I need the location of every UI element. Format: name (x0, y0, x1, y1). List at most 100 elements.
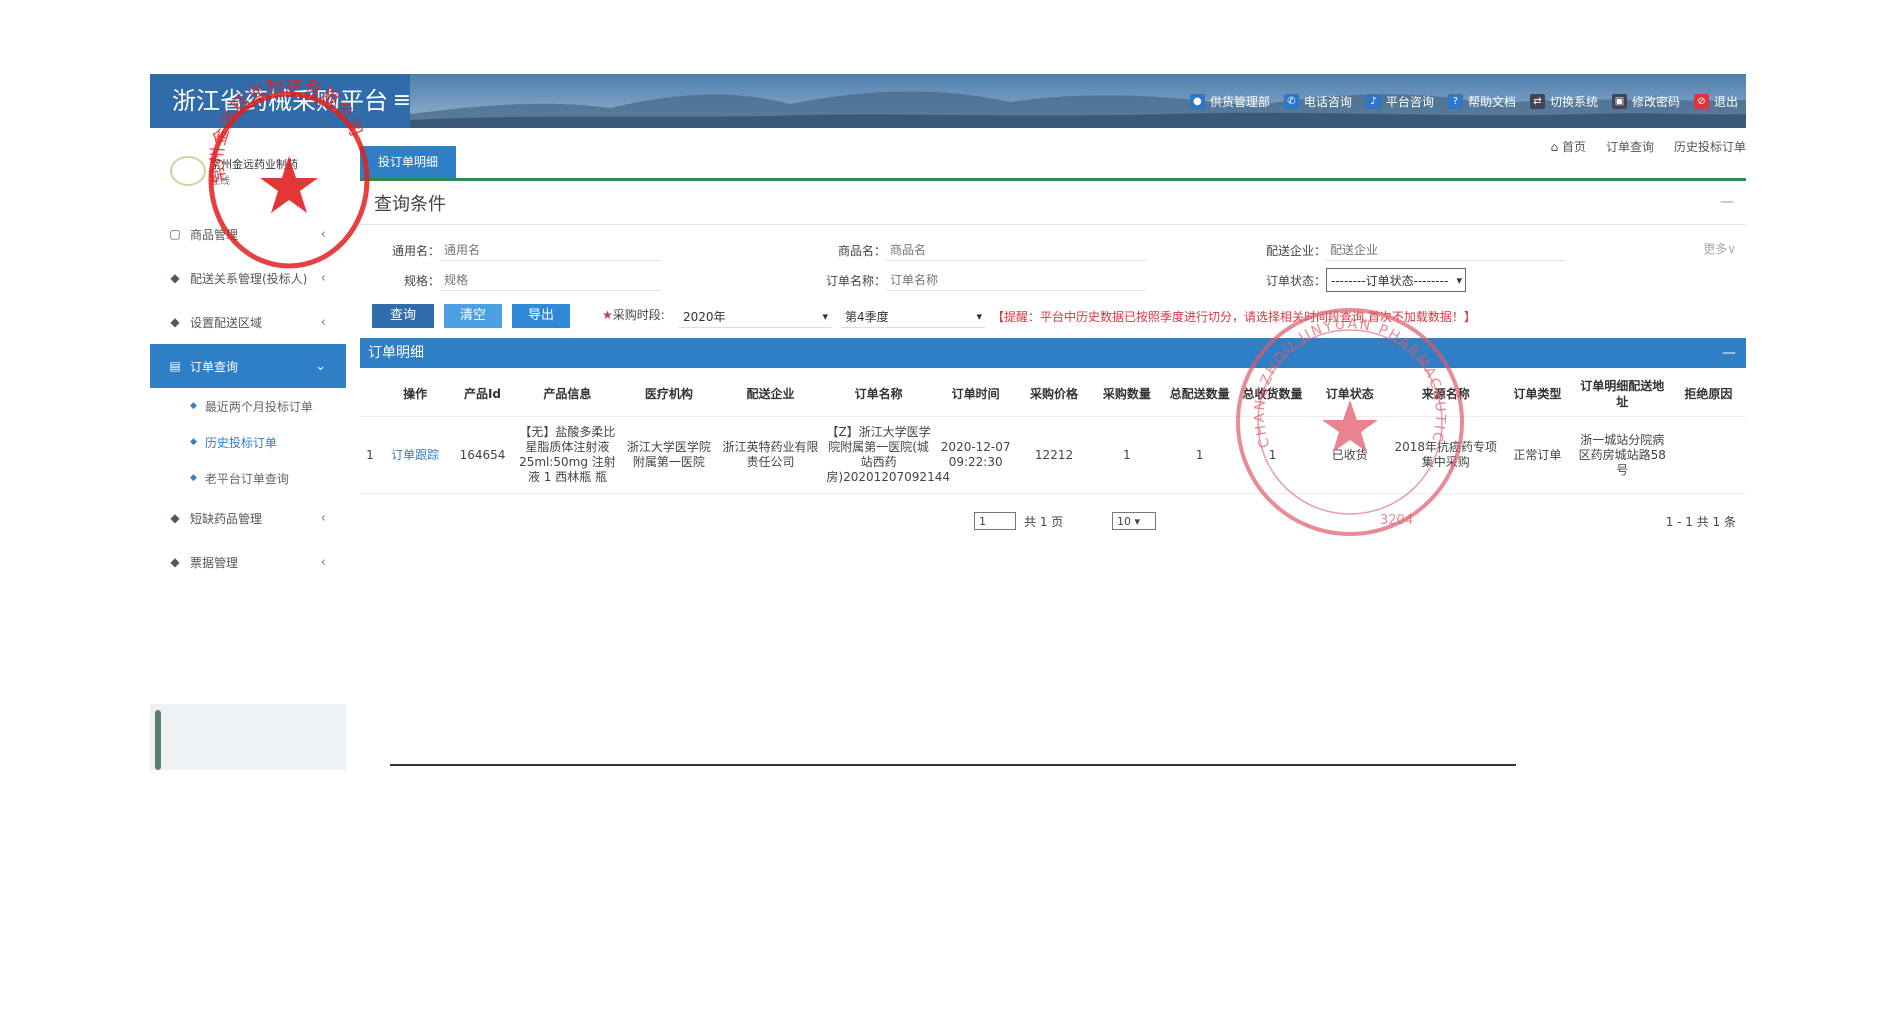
clear-button[interactable]: 清空 (444, 304, 502, 328)
action-bar: 查询 清空 导出 ★采购时段: 2020年 ▾ 第4季度 ▾ 【提醒：平台中历史… (372, 304, 1746, 334)
panel-title: 订单明细 (368, 345, 424, 361)
sidebar-subitem-old-platform[interactable]: ◆ 老平台订单查询 (150, 460, 346, 496)
chevron-down-icon: ▾ (976, 309, 982, 323)
top-header: 浙江省药械采购平台 ≡ ● 供货管理部 ✆ 电话咨询 ♪ 平台咨询 ? 帮助文档 ⇄ 切换… (150, 74, 1746, 128)
col-order-type: 订单类型 (1500, 372, 1574, 417)
col-actions: 操作 (379, 372, 451, 417)
bullet-icon: ◆ (190, 473, 197, 483)
chevron-left-icon: ‹ (320, 270, 326, 286)
product-name-label: 商品名： (837, 243, 886, 258)
sidebar-item-order-query[interactable]: ▤ 订单查询 ⌄ (150, 344, 346, 388)
bullet-icon: ◆ (190, 401, 197, 411)
col-reject-reason: 拒绝原因 (1670, 372, 1746, 417)
sidebar-item-invoices[interactable]: ◆ 票据管理 ‹ (150, 540, 346, 584)
header-consult-link[interactable]: ♪ 平台咨询 (1365, 93, 1434, 110)
order-track-link[interactable]: 订单跟踪 (379, 416, 451, 494)
spec-label: 规格： (403, 273, 440, 288)
more-filters-link[interactable]: 更多∨ (1703, 240, 1736, 257)
header-help-label: 帮助文档 (1467, 94, 1516, 109)
cell-delivered: 1 (1163, 416, 1237, 494)
header-manager-label: 供货管理部 (1209, 94, 1270, 109)
cell-product-info: 【无】盐酸多柔比星脂质体注射液 25ml:50mg 注射液 1 西林瓶 瓶 (514, 416, 621, 494)
sidebar-item-shortage-drugs[interactable]: ◆ 短缺药品管理 ‹ (150, 496, 346, 540)
distributor-input[interactable] (1326, 239, 1566, 261)
home-icon: ⌂ (1550, 140, 1562, 154)
document-rule (390, 764, 1516, 766)
diamond-icon: ◆ (170, 511, 180, 525)
diamond-icon: ◆ (170, 271, 180, 285)
page-size-select[interactable]: 10 ▾ (1112, 512, 1156, 530)
sidebar-subitem-label: 老平台订单查询 (204, 471, 289, 486)
diamond-icon: ◆ (170, 315, 180, 329)
menu-toggle-icon[interactable]: ≡ (382, 74, 422, 128)
year-select[interactable]: 2020年 ▾ (678, 304, 832, 328)
query-button[interactable]: 查询 (372, 304, 434, 328)
panel-header: 订单明细 — (360, 338, 1746, 368)
order-name-input[interactable] (886, 269, 1146, 291)
sidebar-scrollbar[interactable] (155, 710, 161, 770)
sidebar-subitem-history-orders[interactable]: ◆ 历史投标订单 (150, 424, 346, 460)
page-size-value: 10 (1117, 515, 1131, 528)
col-index (360, 372, 380, 417)
sidebar-item-label: 配送关系管理(投标人) (190, 271, 308, 286)
order-status-value: --------订单状态-------- (1331, 273, 1449, 288)
data-reminder: 【提醒：平台中历史数据已按照季度进行切分，请选择相关时间段查询,首次不加载数据！… (992, 310, 1476, 324)
order-status-group: 订单状态： --------订单状态-------- ▾ (1240, 266, 1466, 294)
header-password-link[interactable]: ▣ 修改密码 (1611, 93, 1680, 110)
cell-order-name: 【Z】浙江大学医学院附属第一医院(城站西药房)20201207092144 (823, 416, 950, 494)
section-title: 查询条件 (374, 194, 446, 215)
cell-hospital: 浙江大学医学院附属第一医院 (620, 416, 718, 494)
spec-input[interactable] (440, 269, 660, 291)
sidebar-item-products[interactable]: ▢ 商品管理 ‹ (150, 212, 346, 256)
generic-name-input[interactable] (440, 239, 660, 261)
main-content: 投订单明细 ⌂ 首页 订单查询 历史投标订单 查询条件 — 通用名： 商品名： … (360, 128, 1746, 770)
collapse-icon[interactable]: — (1720, 194, 1734, 210)
switch-icon: ⇄ (1529, 93, 1545, 109)
cell-price: 12212 (1017, 416, 1091, 494)
divider (360, 224, 1746, 225)
header-nav: ● 供货管理部 ✆ 电话咨询 ♪ 平台咨询 ? 帮助文档 ⇄ 切换系统 ▣ 修改密码 ⊘ 退出 (1189, 74, 1738, 128)
breadcrumb-order-query[interactable]: 订单查询 (1606, 138, 1654, 155)
cell-status: 已收货 (1308, 416, 1391, 494)
quarter-select[interactable]: 第4季度 ▾ (840, 304, 986, 328)
header-switch-label: 切换系统 (1549, 94, 1598, 109)
sidebar-item-label: 商品管理 (190, 227, 239, 242)
tab-order-details[interactable]: 投订单明细 (360, 146, 456, 178)
sidebar-item-label: 短缺药品管理 (190, 511, 263, 526)
brand-title[interactable]: 浙江省药械采购平台 (150, 74, 410, 128)
header-help-link[interactable]: ? 帮助文档 (1447, 93, 1516, 110)
sidebar-item-delivery-relations[interactable]: ◆ 配送关系管理(投标人) ‹ (150, 256, 346, 300)
spec-group: 规格： (380, 266, 660, 294)
breadcrumb-history-orders[interactable]: 历史投标订单 (1674, 138, 1746, 155)
order-status-select[interactable]: --------订单状态-------- ▾ (1326, 268, 1466, 292)
breadcrumb-home-label: 首页 (1561, 140, 1586, 154)
sidebar-subitem-label: 最近两个月投标订单 (204, 399, 313, 414)
user-box: 常州金远药业制药 在线 (150, 128, 346, 212)
minimize-icon[interactable]: — (1722, 338, 1736, 368)
product-name-input[interactable] (886, 239, 1146, 261)
cell-received: 1 (1236, 416, 1309, 494)
chevron-left-icon: ‹ (320, 226, 326, 242)
chevron-left-icon: ‹ (320, 554, 326, 570)
sidebar: 常州金远药业制药 在线 ▢ 商品管理 ‹ ◆ 配送关系管理(投标人) ‹ ◆ 设… (150, 128, 346, 770)
page-number-input[interactable]: 1 (974, 512, 1016, 530)
cell-source: 2018年抗癌药专项集中采购 (1390, 416, 1501, 494)
col-received: 总收货数量 (1236, 372, 1309, 417)
order-name-group: 订单名称： (800, 266, 1146, 294)
header-switch-link[interactable]: ⇄ 切换系统 (1529, 93, 1598, 110)
year-value: 2020年 (683, 309, 726, 324)
breadcrumb-home[interactable]: ⌂ 首页 (1551, 138, 1586, 155)
chevron-down-icon: ⌄ (315, 358, 326, 374)
generic-name-group: 通用名： (380, 236, 660, 264)
col-distributor: 配送企业 (717, 372, 824, 417)
exit-icon: ⊘ (1693, 93, 1709, 109)
export-button[interactable]: 导出 (512, 304, 570, 328)
header-phone-link[interactable]: ✆ 电话咨询 (1283, 93, 1352, 110)
col-product-info: 产品信息 (514, 372, 621, 417)
header-logout-link[interactable]: ⊘ 退出 (1693, 93, 1738, 110)
cell-index: 1 (360, 416, 380, 494)
sidebar-item-delivery-area[interactable]: ◆ 设置配送区域 ‹ (150, 300, 346, 344)
distributor-group: 配送企业： (1240, 236, 1566, 264)
sidebar-subitem-recent-orders[interactable]: ◆ 最近两个月投标订单 (150, 388, 346, 424)
header-manager-link[interactable]: ● 供货管理部 (1189, 93, 1270, 110)
